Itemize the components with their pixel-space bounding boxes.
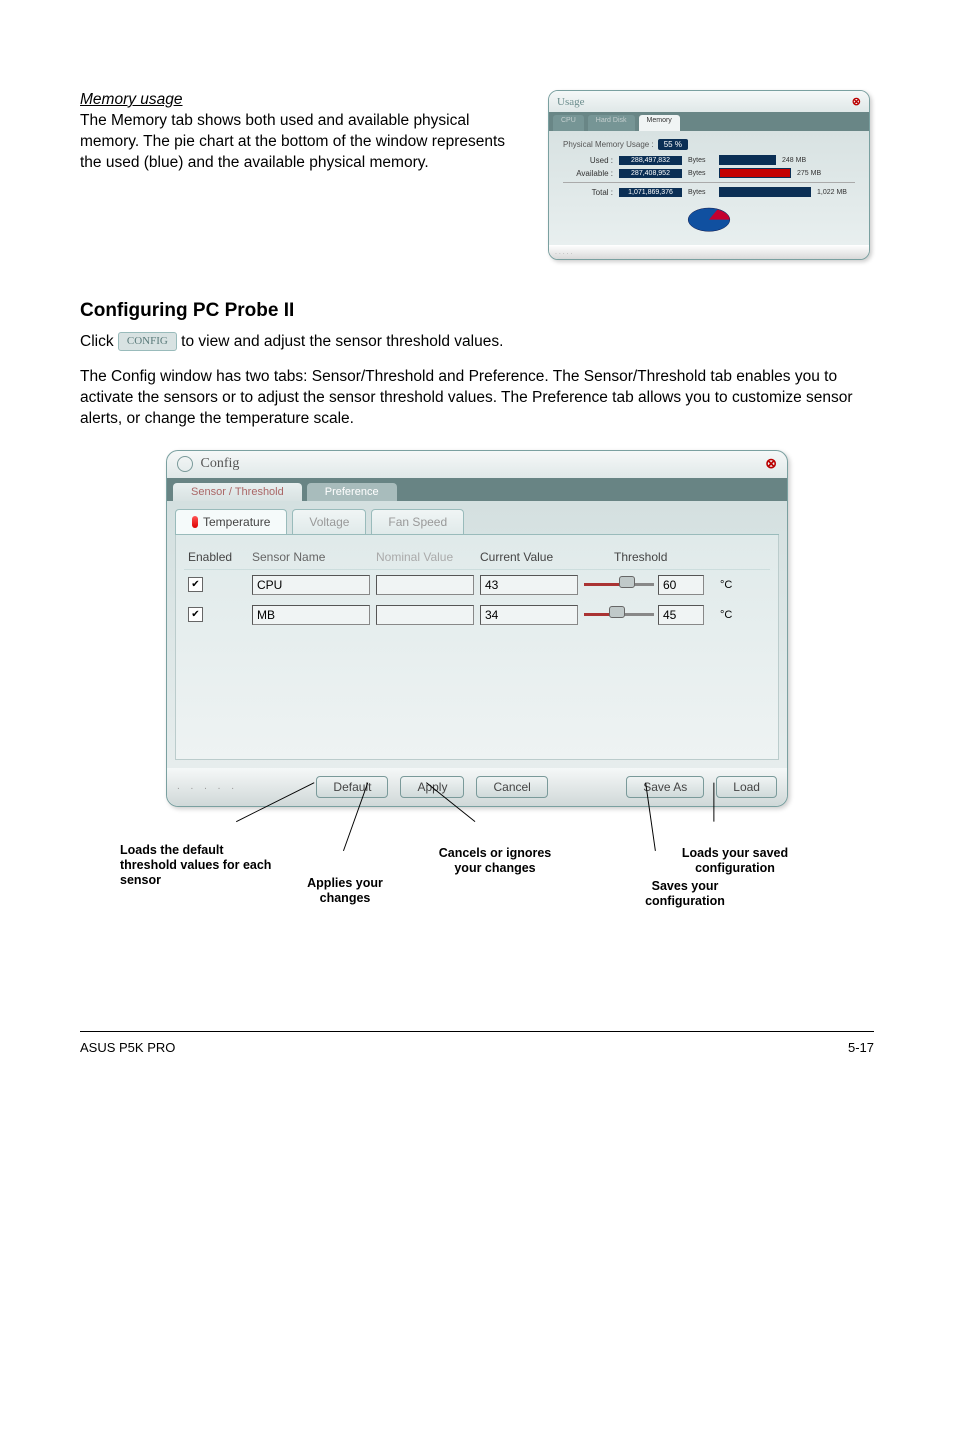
- threshold-value-field[interactable]: 45: [658, 605, 704, 625]
- mem-row-unit: Bytes: [688, 170, 713, 177]
- mem-row-value: 1,071,869,376: [619, 188, 682, 197]
- tab-label: Voltage: [309, 515, 349, 529]
- config-window: Config ⊗ Sensor / Threshold Preference T…: [166, 450, 788, 807]
- mem-window-title: Usage: [557, 96, 585, 108]
- footer-left: ASUS P5K PRO: [80, 1040, 175, 1055]
- memory-usage-text: Memory usage The Memory tab shows both u…: [80, 90, 524, 260]
- close-icon[interactable]: ⊗: [765, 456, 777, 473]
- mem-bar-available: [719, 168, 791, 178]
- gear-icon: [177, 456, 193, 472]
- callout-load: Loads your saved configuration: [655, 846, 815, 876]
- mem-tab-cpu[interactable]: CPU: [553, 115, 584, 131]
- mem-row-unit: Bytes: [688, 189, 713, 196]
- col-threshold: Threshold: [584, 550, 714, 564]
- memory-usage-body: The Memory tab shows both used and avail…: [80, 112, 505, 171]
- unit-label: °C: [720, 579, 768, 591]
- threshold-slider[interactable]: [584, 579, 654, 591]
- mem-pie-icon: [684, 201, 734, 235]
- enabled-checkbox[interactable]: ✔: [188, 577, 203, 592]
- callout-cancel: Cancels or ignores your changes: [435, 846, 555, 876]
- threshold-slider[interactable]: [584, 609, 654, 621]
- callout-saveas: Saves your configuration: [620, 879, 750, 909]
- close-icon[interactable]: ⊗: [852, 95, 861, 108]
- text: to view and adjust the sensor threshold …: [181, 333, 503, 350]
- sensor-name-field[interactable]: CPU: [252, 575, 370, 595]
- mem-bar-used: [719, 155, 776, 165]
- current-value-field: 43: [480, 575, 578, 595]
- table-row: ✔ CPU 43 60 °C: [184, 570, 770, 600]
- mem-tab-memory[interactable]: Memory: [639, 115, 680, 131]
- callout-apply: Applies your changes: [285, 876, 405, 906]
- mem-row-label: Available :: [563, 169, 613, 178]
- mem-row-mb: 275 MB: [797, 170, 821, 177]
- mem-row-unit: Bytes: [688, 157, 713, 164]
- table-row: ✔ MB 34 45 °C: [184, 600, 770, 630]
- text: Click: [80, 333, 118, 350]
- tab-fanspeed[interactable]: Fan Speed: [371, 509, 464, 534]
- unit-label: °C: [720, 609, 768, 621]
- mem-row-value: 288,497,832: [619, 156, 682, 165]
- mem-tab-hdd[interactable]: Hard Disk: [588, 115, 635, 131]
- mem-bar-total: [719, 187, 811, 197]
- current-value-field: 34: [480, 605, 578, 625]
- col-sensor-name: Sensor Name: [252, 550, 370, 564]
- mem-row-label: Used :: [563, 156, 613, 165]
- tab-preference[interactable]: Preference: [307, 483, 397, 501]
- mem-row-label: Total :: [563, 188, 613, 197]
- config-button-inline[interactable]: CONFIG: [118, 332, 177, 351]
- config-window-title: Config: [201, 456, 240, 471]
- config-para2: The Config window has two tabs: Sensor/T…: [80, 367, 874, 430]
- tab-sensor-threshold[interactable]: Sensor / Threshold: [173, 483, 302, 501]
- mem-row-mb: 1,022 MB: [817, 189, 847, 196]
- col-nominal: Nominal Value: [376, 550, 474, 564]
- memory-usage-heading: Memory usage: [80, 91, 183, 108]
- thermometer-icon: [192, 516, 198, 528]
- mem-header-label: Physical Memory Usage :: [563, 140, 654, 149]
- memory-usage-window: Usage ⊗ CPU Hard Disk Memory Physical Me…: [548, 90, 870, 260]
- tab-label: Temperature: [203, 515, 270, 529]
- tab-label: Fan Speed: [388, 515, 447, 529]
- tab-temperature[interactable]: Temperature: [175, 509, 287, 534]
- col-enabled: Enabled: [188, 550, 246, 564]
- enabled-checkbox[interactable]: ✔: [188, 607, 203, 622]
- mem-row-value: 287,408,952: [619, 169, 682, 178]
- tab-voltage[interactable]: Voltage: [292, 509, 366, 534]
- threshold-value-field[interactable]: 60: [658, 575, 704, 595]
- sensor-name-field[interactable]: MB: [252, 605, 370, 625]
- nominal-field: [376, 575, 474, 595]
- mem-header-pct: 55 %: [658, 139, 688, 150]
- mem-row-mb: 248 MB: [782, 157, 806, 164]
- config-para1: Click CONFIG to view and adjust the sens…: [80, 332, 874, 353]
- footer-right: 5-17: [848, 1040, 874, 1055]
- callout-default: Loads the default threshold values for e…: [120, 843, 280, 888]
- col-current: Current Value: [480, 550, 578, 564]
- config-section-title: Configuring PC Probe II: [80, 300, 874, 322]
- nominal-field: [376, 605, 474, 625]
